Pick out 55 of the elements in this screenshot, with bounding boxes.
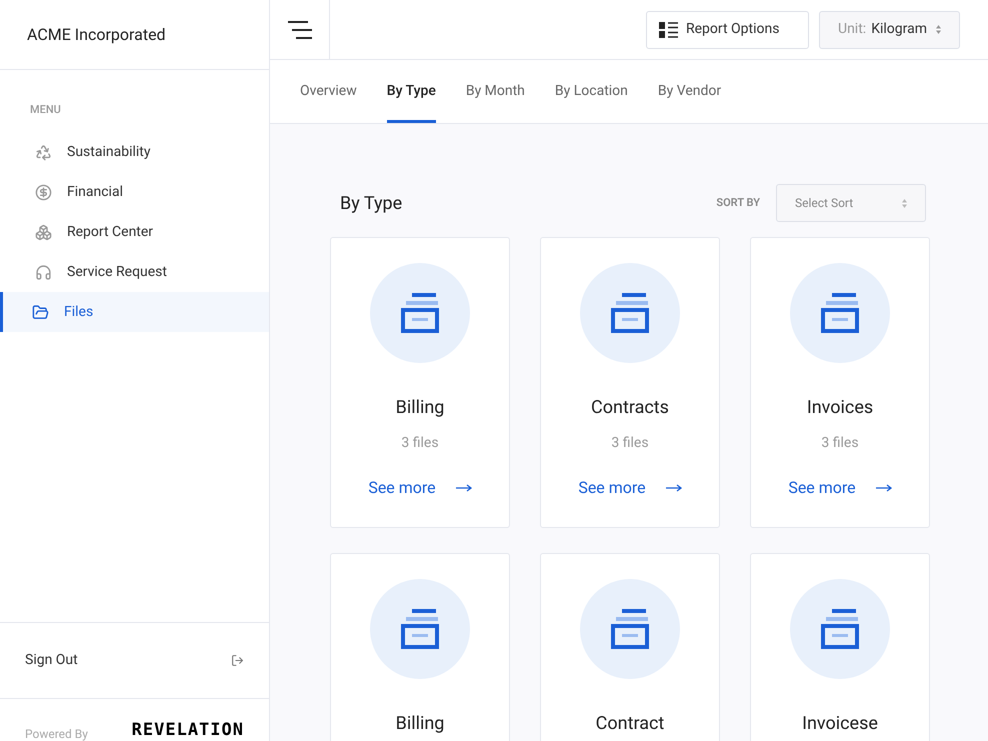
menu-label: MENU xyxy=(30,103,61,116)
see-more-link[interactable]: See more xyxy=(578,476,646,500)
brand-logo: REVELATION xyxy=(132,719,244,741)
card-title: Billing xyxy=(396,396,444,420)
sort-label: SORT BY xyxy=(716,194,760,211)
file-count: 3 files xyxy=(611,434,649,453)
file-type-card[interactable]: Contract xyxy=(540,553,720,741)
boxes-icon xyxy=(35,224,52,240)
arrow-right-icon xyxy=(666,484,682,492)
file-count: 3 files xyxy=(401,434,439,453)
powered-by-text: Powered By xyxy=(25,727,88,741)
file-type-card[interactable]: Contracts 3 files See more xyxy=(540,237,720,528)
archive-icon xyxy=(820,609,860,649)
file-type-card[interactable]: Invoices 3 files See more xyxy=(750,237,930,528)
tab[interactable]: By Vendor xyxy=(658,60,722,123)
sidebar-item[interactable]: Service Request xyxy=(0,252,269,292)
sidebar-item[interactable]: Files xyxy=(0,292,269,332)
archive-icon xyxy=(400,609,440,649)
sign-out-icon xyxy=(231,654,244,667)
unit-select[interactable]: Unit: Kilogram xyxy=(819,10,960,48)
company-name: ACME Incorporated xyxy=(27,24,166,46)
arrow-right-icon xyxy=(456,484,472,492)
section-title: By Type xyxy=(340,192,402,216)
archive-icon xyxy=(820,293,860,333)
card-title: Invoices xyxy=(806,396,874,420)
file-count: 3 files xyxy=(821,434,859,453)
archive-icon xyxy=(610,609,650,649)
recycle-icon xyxy=(35,144,52,160)
card-title: Billing xyxy=(396,712,444,736)
archive-icon xyxy=(400,293,440,333)
tab[interactable]: By Month xyxy=(466,60,525,123)
file-type-card[interactable]: Billing xyxy=(330,553,510,741)
sort-arrows-icon xyxy=(936,25,941,34)
archive-icon xyxy=(610,293,650,333)
folder-icon xyxy=(32,304,49,320)
see-more-link[interactable]: See more xyxy=(788,476,856,500)
sidebar-item[interactable]: Financial xyxy=(0,172,269,212)
sidebar-item[interactable]: Report Center xyxy=(0,212,269,252)
tab[interactable]: Overview xyxy=(300,60,357,123)
sort-arrows-icon xyxy=(902,198,907,208)
card-title: Contract xyxy=(596,712,664,736)
menu-icon[interactable] xyxy=(288,20,312,38)
card-title: Invoicese xyxy=(802,712,878,736)
file-type-card[interactable]: Billing 3 files See more xyxy=(330,237,510,528)
headset-icon xyxy=(35,264,52,280)
arrow-right-icon xyxy=(876,484,892,492)
see-more-link[interactable]: See more xyxy=(368,476,436,500)
tab[interactable]: By Location xyxy=(554,60,628,123)
dollar-icon xyxy=(35,184,52,200)
report-options-button[interactable]: Report Options xyxy=(646,10,809,48)
list-icon xyxy=(659,22,678,38)
card-title: Contracts xyxy=(591,396,669,420)
sign-out-link[interactable]: Sign Out xyxy=(25,650,78,671)
file-type-card[interactable]: Invoicese xyxy=(750,553,930,741)
sidebar-item[interactable]: Sustainability xyxy=(0,132,269,172)
